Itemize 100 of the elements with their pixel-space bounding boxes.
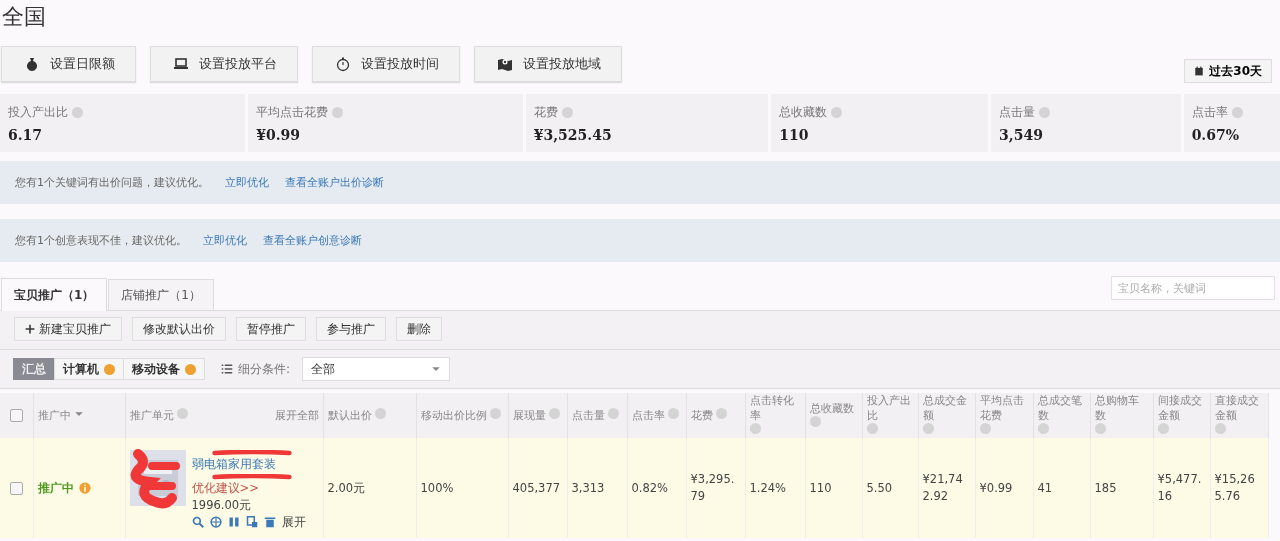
page-title: 全国 <box>2 3 46 31</box>
checkbox[interactable] <box>9 409 23 422</box>
action-button[interactable]: 新建宝贝推广 <box>14 317 122 341</box>
column-header: 默认出价 <box>327 408 372 423</box>
action-link[interactable]: 立即优化 <box>203 233 247 248</box>
table-cell: 405,377 <box>512 480 561 495</box>
help-icon <box>490 408 501 419</box>
table-cell: ¥21,742.92 <box>922 472 963 503</box>
laptop-icon <box>173 56 189 72</box>
info-icon <box>78 482 91 494</box>
globe-icon <box>209 516 222 528</box>
settings-button[interactable]: 设置投放时间 <box>312 46 460 82</box>
table-cell: 185 <box>1094 480 1117 495</box>
date-range-button[interactable]: 过去30天 <box>1184 59 1272 83</box>
table-cell: ¥3,295.79 <box>690 472 735 503</box>
action-button[interactable]: 删除 <box>396 317 442 341</box>
help-icon <box>608 408 619 419</box>
stopwatch-icon <box>335 56 351 72</box>
table-cell: 110 <box>809 480 832 495</box>
column-header: 总成交笔数 <box>1037 393 1083 423</box>
stat-label: 花费 <box>533 104 558 121</box>
suggestion-link[interactable]: 优化建议>> <box>191 479 312 497</box>
budget-text: 1996.00元 <box>191 496 253 514</box>
tab[interactable]: 店铺推广（1） <box>108 279 214 310</box>
help-icon <box>831 107 843 118</box>
column-header: 总购物车数 <box>1094 393 1140 423</box>
column-header: 花费 <box>690 408 713 423</box>
column-header: 推广中 <box>37 409 71 422</box>
help-icon <box>866 423 878 434</box>
help-icon <box>1039 107 1051 118</box>
stat-label: 投入产出比 <box>8 104 68 121</box>
help-icon <box>549 408 560 419</box>
help-icon <box>749 423 761 434</box>
settings-button[interactable]: 设置日限额 <box>1 46 136 82</box>
column-header: 展现量 <box>512 408 546 423</box>
breakdown-select[interactable]: 全部 <box>302 357 451 381</box>
help-icon <box>809 415 821 427</box>
settings-button[interactable]: 设置投放平台 <box>150 46 298 82</box>
stat-value: ¥3,525.45 <box>533 127 613 143</box>
status-text: 推广中 <box>37 479 74 497</box>
help-icon <box>332 107 344 118</box>
table-cell: ¥0.99 <box>979 480 1013 495</box>
column-header: 投入产出比 <box>866 393 912 423</box>
table-cell: 100% <box>420 480 454 495</box>
search-field[interactable]: 宝贝名称，关键词 <box>1111 276 1275 300</box>
stat-label: 点击率 <box>1191 104 1228 121</box>
help-icon <box>979 423 991 434</box>
list-icon <box>221 363 233 375</box>
column-header: 推广单元 <box>129 409 174 422</box>
notice-text: 您有1个关键词有出价问题，建议优化。 <box>15 175 209 190</box>
help-icon <box>668 408 679 419</box>
segment-tab[interactable]: 计算机 <box>54 358 124 380</box>
table-cell: 0.82% <box>631 480 669 495</box>
help-icon <box>1231 107 1243 118</box>
stat-label: 总收藏数 <box>779 104 828 121</box>
column-header: 点击转化率 <box>749 393 795 423</box>
column-header: 点击率 <box>631 408 665 423</box>
settings-button[interactable]: 设置投放地域 <box>474 46 622 82</box>
help-icon <box>1157 423 1169 434</box>
column-header: 直接成交金额 <box>1214 393 1260 423</box>
help-icon <box>375 408 386 419</box>
table-cell: ¥5,477.16 <box>1157 472 1202 503</box>
help-icon <box>561 107 573 118</box>
column-header: 总收藏数 <box>809 400 854 416</box>
stat-value: 110 <box>779 127 810 143</box>
table-cell: ¥15,265.76 <box>1214 472 1255 503</box>
notice-text: 您有1个创意表现不佳，建议优化。 <box>15 233 187 248</box>
search-icon <box>191 516 204 528</box>
action-button[interactable]: 修改默认出价 <box>132 317 226 341</box>
trash-icon <box>263 516 276 528</box>
segment-tab[interactable]: 移动设备 <box>123 358 205 380</box>
expand-link[interactable]: 展开 <box>281 513 306 531</box>
diagnosis-link[interactable]: 查看全账户出价诊断 <box>285 175 384 190</box>
help-icon <box>922 423 934 434</box>
item-title-link[interactable]: 弱电箱家用套装 <box>191 455 276 474</box>
table-cell: 5.50 <box>866 480 893 495</box>
pause-icon <box>227 516 240 528</box>
stat-value: 0.67% <box>1191 127 1241 143</box>
calendar-icon <box>1194 66 1205 76</box>
breakdown-label: 细分条件: <box>238 360 291 378</box>
money-bag-icon <box>24 56 40 72</box>
column-header: 平均点击花费 <box>979 393 1025 423</box>
action-link[interactable]: 立即优化 <box>225 175 269 190</box>
help-icon <box>1037 423 1049 434</box>
table-cell: 3,313 <box>571 480 605 495</box>
column-header: 移动出价比例 <box>420 408 487 423</box>
action-button[interactable]: 暂停推广 <box>236 317 306 341</box>
help-icon <box>1214 423 1226 434</box>
map-pin-icon <box>497 56 513 72</box>
stat-value: 3,549 <box>999 127 1044 143</box>
table-cell: 2.00元 <box>327 480 366 495</box>
tab[interactable]: 宝贝推广（1） <box>1 278 108 311</box>
column-header: 总成交金额 <box>922 393 968 423</box>
help-icon <box>72 107 83 118</box>
action-button[interactable]: 参与推广 <box>316 317 386 341</box>
stat-value: 6.17 <box>8 127 44 143</box>
checkbox[interactable] <box>9 481 23 495</box>
copy-icon <box>245 516 258 528</box>
diagnosis-link[interactable]: 查看全账户创意诊断 <box>263 233 362 248</box>
column-header: 间接成交金额 <box>1157 393 1203 423</box>
